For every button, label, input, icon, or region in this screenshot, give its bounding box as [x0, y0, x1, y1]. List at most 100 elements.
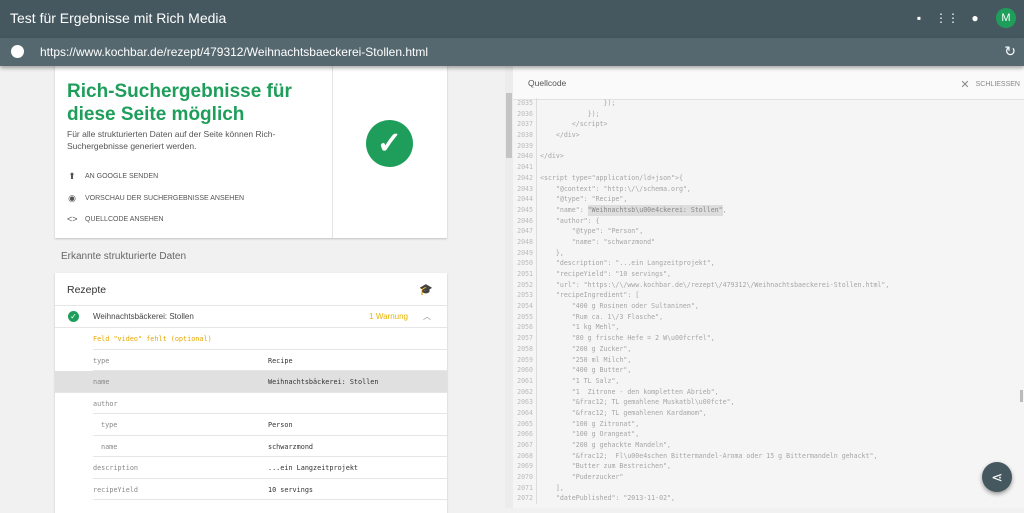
item-name: Weihnachtsbäckerei: Stollen [93, 312, 194, 321]
upload-icon: ⬆ [68, 171, 76, 181]
line-number: 2044 [513, 194, 537, 205]
feedback-icon[interactable]: ▪ [912, 11, 926, 25]
field-key: name [101, 442, 118, 451]
line-text: "@type": "Person", [540, 227, 644, 236]
code-line: 2069 "Butter zum Bestreichen", [513, 461, 1013, 473]
table-row[interactable]: name schwarzmond [93, 436, 447, 457]
line-text: "100 g Orangeat", [540, 430, 640, 439]
line-text: ], [540, 483, 564, 492]
code-line: 2045 "name": "Weihnachtsb\u00e4ckerei: S… [513, 204, 1013, 216]
avatar[interactable]: M [996, 8, 1016, 28]
scrollbar-thumb[interactable] [506, 93, 512, 158]
line-text: "name": "schwarzmond" [540, 237, 656, 246]
field-key: description [93, 464, 139, 472]
line-number: 2036 [513, 108, 537, 120]
recipe-item[interactable]: ✓ Weihnachtsbäckerei: Stollen 1 Warnung … [55, 306, 447, 328]
action-label: QUELLCODE ANSEHEN [85, 215, 164, 223]
left-scrollbar[interactable] [505, 66, 513, 508]
detected-data-card: Rezepte 🎓 ✓ Weihnachtsbäckerei: Stollen 1… [55, 273, 447, 513]
field-value: schwarzmond [268, 442, 314, 451]
right-scrollbar[interactable] [1020, 390, 1023, 402]
line-number: 2069 [513, 461, 537, 473]
table-row[interactable]: name Weihnachtsbäckerei: Stollen [55, 371, 447, 393]
close-label: SCHLIESSEN [975, 81, 1020, 88]
table-row[interactable]: recipeYield 10 servings [93, 479, 447, 500]
line-number: 2070 [513, 472, 537, 483]
table-row[interactable]: author [93, 393, 447, 414]
code-line: 2038 </div> [513, 130, 1013, 141]
line-number: 2047 [513, 226, 537, 237]
line-number: 2068 [513, 450, 537, 462]
line-number: 2035 [513, 98, 537, 109]
graduation-cap-icon[interactable]: 🎓 [419, 283, 433, 296]
app-title: Test für Ergebnisse mit Rich Media [10, 10, 227, 26]
line-text: }); [540, 99, 616, 107]
line-text: "1 TL Salz", [540, 376, 620, 385]
line-text: , [722, 205, 727, 214]
code-line: 2051 "recipeYield": "10 servings", [513, 269, 1013, 280]
close-button[interactable]: ✕ SCHLIESSEN [960, 78, 1020, 91]
eye-icon: ◉ [68, 193, 76, 203]
warning-row[interactable]: Feld "video" fehlt (optional) [93, 328, 447, 350]
source-code-panel: Quellcode ✕ SCHLIESSEN 2035 }); 2036 }); 20… [513, 66, 1024, 508]
code-line: 2063 "&frac12; TL gemahlene Muskatbl\u00… [513, 397, 1013, 408]
table-row[interactable]: type Person [93, 414, 447, 436]
account-icon[interactable]: ● [968, 11, 982, 25]
code-line: 2041 [513, 162, 1013, 173]
line-number: 2046 [513, 215, 537, 227]
line-text: }, [540, 248, 564, 257]
view-source-button[interactable]: <> QUELLCODE ANSEHEN [67, 214, 164, 224]
code-line: 2049 }, [513, 247, 1013, 259]
line-number: 2065 [513, 418, 537, 430]
submit-to-google-button[interactable]: ⬆ AN GOOGLE SENDEN [67, 171, 158, 182]
code-line: 2055 "Rum ca. 1\/3 Flasche", [513, 311, 1013, 323]
line-number: 2059 [513, 354, 537, 366]
check-circle-icon: ✓ [366, 120, 413, 167]
line-number: 2062 [513, 386, 537, 398]
line-number: 2057 [513, 333, 537, 344]
line-number: 2054 [513, 301, 537, 312]
code-line: 2043 "@context": "http:\/\/schema.org", [513, 183, 1013, 195]
line-number: 2045 [513, 204, 537, 216]
code-line: 2048 "name": "schwarzmond" [513, 236, 1013, 248]
code-line: 2054 "400 g Rosinen oder Sultaninen", [513, 301, 1013, 312]
code-line: 2039 [513, 140, 1013, 152]
line-number: 2039 [513, 140, 537, 152]
result-description: Für alle strukturierten Daten auf der Se… [67, 129, 276, 151]
apps-icon[interactable]: ⋮⋮ [935, 11, 959, 25]
field-key: name [93, 378, 110, 386]
line-text: "@context": "http:\/\/schema.org", [540, 184, 691, 193]
code-line: 2065 "100 g Zitronat", [513, 418, 1013, 430]
line-number: 2063 [513, 397, 537, 408]
line-text: "250 ml Milch", [540, 355, 632, 364]
reload-icon[interactable]: ↻ [1004, 43, 1016, 60]
url-text[interactable]: https://www.kochbar.de/rezept/479312/Wei… [40, 45, 428, 59]
line-text: "&frac12; TL gemahlene Muskatbl\u00fcte"… [540, 398, 735, 407]
line-text: "description": "...ein Langzeitprojekt", [540, 259, 715, 268]
code-line: 2061 "1 TL Salz", [513, 375, 1013, 387]
line-text: "datePublished": "2013-11-02", [540, 494, 675, 503]
line-number: 2052 [513, 279, 537, 291]
code-line: 2059 "250 ml Milch", [513, 354, 1013, 366]
code-line: 2068 "&frac12; Fl\u00e4schen Bittermande… [513, 450, 1013, 462]
field-value: Weihnachtsbäckerei: Stollen [268, 378, 379, 386]
preview-results-button[interactable]: ◉ VORSCHAU DER SUCHERGEBNISSE ANSEHEN [67, 193, 244, 204]
line-number: 2037 [513, 119, 537, 131]
line-text: "200 g gehackte Mandeln", [540, 441, 672, 449]
line-number: 2051 [513, 269, 537, 280]
table-row[interactable]: type Recipe [93, 350, 447, 371]
code-line: 2067 "200 g gehackte Mandeln", [513, 440, 1013, 451]
line-number: 2058 [513, 343, 537, 355]
divider [332, 62, 333, 238]
line-text: "url": "https:\/\/www.kochbar.de\/rezept… [540, 280, 890, 289]
share-button[interactable]: ⋖ [982, 462, 1012, 492]
line-number: 2041 [513, 162, 537, 173]
line-text: "recipeYield": "10 servings", [540, 270, 672, 278]
action-label: AN GOOGLE SENDEN [85, 173, 159, 180]
line-number: 2049 [513, 247, 537, 259]
chevron-up-icon[interactable]: ︿ [423, 311, 431, 322]
line-number: 2060 [513, 365, 537, 376]
table-row[interactable]: description ...ein Langzeitprojekt [93, 457, 447, 479]
line-number: 2056 [513, 322, 537, 334]
code-lines[interactable]: 2035 }); 2036 }); 2037 </script> 2038 </div… [513, 98, 1013, 505]
